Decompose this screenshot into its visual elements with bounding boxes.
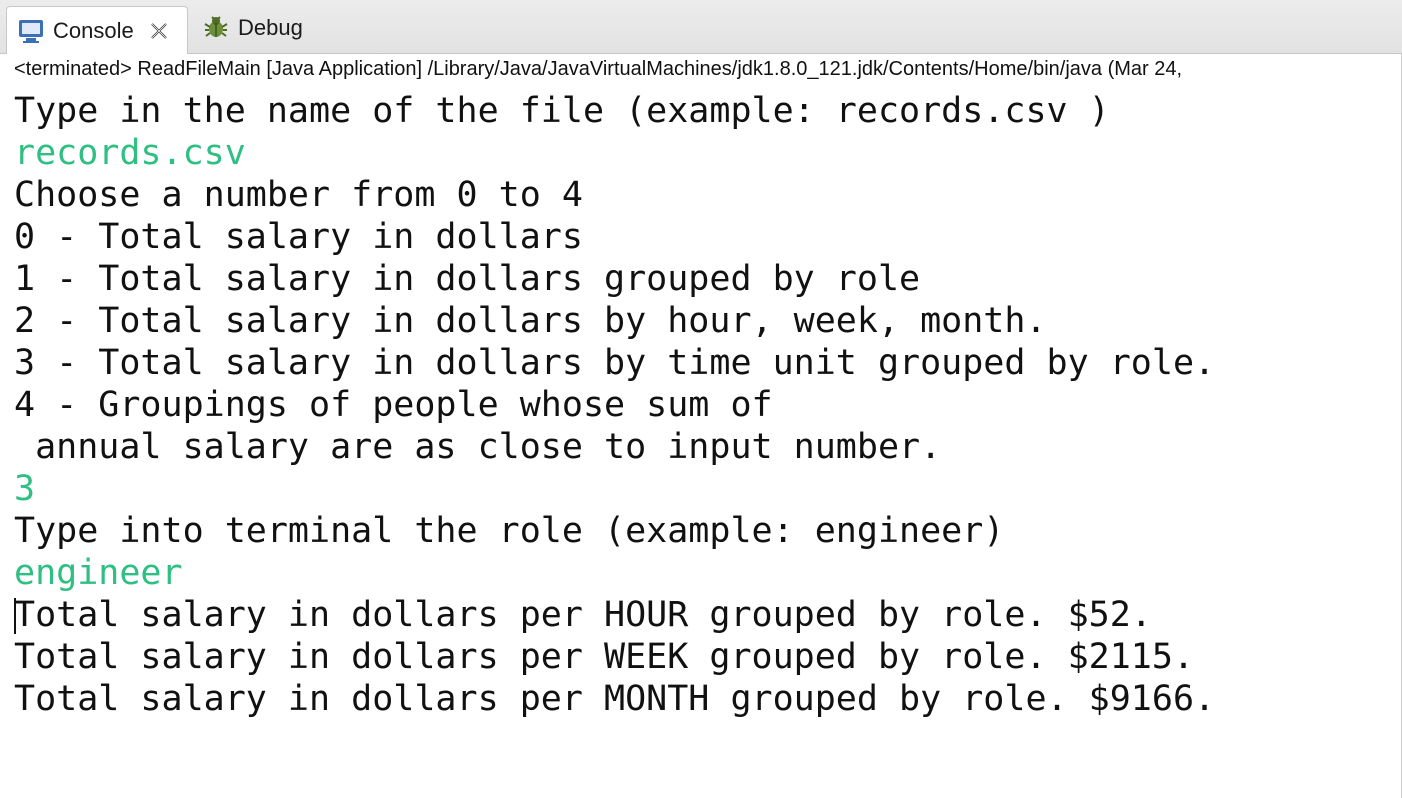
tab-debug[interactable]: Debug: [198, 6, 303, 50]
close-icon[interactable]: [148, 20, 170, 42]
console-input-line: 3: [14, 469, 36, 509]
console-output-line: Total salary in dollars per MONTH groupe…: [14, 679, 1216, 719]
console-icon: [17, 17, 45, 45]
console-output-line: Choose a number from 0 to 4: [14, 175, 583, 215]
tab-console[interactable]: Console: [6, 6, 188, 54]
console-input-line: engineer: [14, 553, 183, 593]
view-tab-bar: Console Debug: [0, 0, 1402, 54]
process-status-line: <terminated> ReadFileMain [Java Applicat…: [14, 58, 1183, 80]
console-output-line: Type into terminal the role (example: en…: [14, 511, 1005, 551]
console-output-line: 4 - Groupings of people whose sum of: [14, 385, 773, 425]
console-output-line: 2 - Total salary in dollars by hour, wee…: [14, 301, 1047, 341]
console-output-line: Total salary in dollars per WEEK grouped…: [14, 637, 1195, 677]
console-output-line: Type in the name of the file (example: r…: [14, 91, 1110, 131]
console-output-line: 0 - Total salary in dollars: [14, 217, 583, 257]
bug-icon: [202, 14, 230, 42]
text-caret: [14, 598, 16, 634]
console-output-line: Total salary in dollars per HOUR grouped…: [14, 595, 1152, 635]
tab-debug-label: Debug: [238, 15, 303, 40]
console-input-line: records.csv: [14, 133, 246, 173]
tab-console-label: Console: [53, 17, 134, 43]
console-output-line: 1 - Total salary in dollars grouped by r…: [14, 259, 921, 299]
console-output-line: 3 - Total salary in dollars by time unit…: [14, 343, 1216, 383]
console-output-line: annual salary are as close to input numb…: [14, 427, 942, 467]
console-output[interactable]: Type in the name of the file (example: r…: [14, 90, 1402, 790]
